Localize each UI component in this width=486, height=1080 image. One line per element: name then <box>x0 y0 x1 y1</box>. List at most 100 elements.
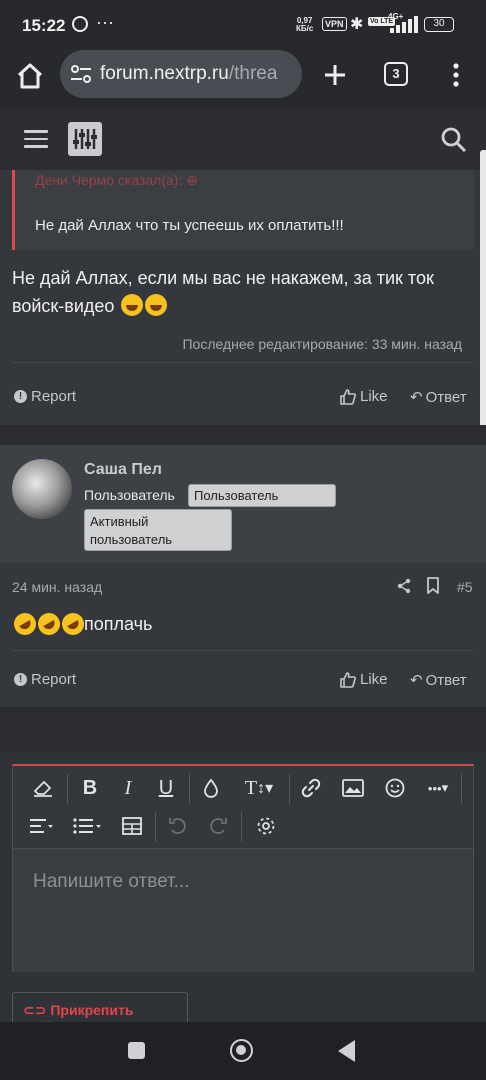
eraser-icon <box>34 781 52 797</box>
home-button[interactable] <box>14 60 46 92</box>
address-bar[interactable]: forum.nextrp.ru/threa <box>60 50 302 98</box>
table-icon <box>122 817 142 835</box>
droplet-icon <box>204 778 218 798</box>
like-button[interactable]: Like <box>340 671 388 688</box>
chevron-down-icon: ▾ <box>441 780 449 795</box>
search-button[interactable] <box>440 126 468 154</box>
hamburger-menu-icon[interactable] <box>24 130 48 150</box>
system-nav-bar <box>0 1022 486 1080</box>
status-time: 15:22 <box>22 16 66 35</box>
search-icon <box>441 127 467 153</box>
report-link[interactable]: ! Report <box>14 671 76 688</box>
report-link[interactable]: ! Report <box>14 388 76 405</box>
new-tab-button[interactable] <box>320 60 350 90</box>
reply-button[interactable]: ↶ Ответ <box>410 671 467 690</box>
image-button[interactable] <box>335 768 371 808</box>
like-button[interactable]: Like <box>340 388 388 405</box>
rofl-emoji-icon <box>9 608 41 640</box>
forum-logo-icon[interactable] <box>68 122 102 156</box>
recents-button[interactable] <box>128 1042 145 1059</box>
bold-button[interactable]: B <box>71 768 109 808</box>
toolbar-divider <box>461 774 462 804</box>
plus-icon <box>325 65 345 85</box>
undo-icon <box>169 818 186 834</box>
user-badge: Активный пользователь <box>84 509 232 551</box>
reply-editor: B I U T ↕▾ ••• ▾ Напишите ответ... <box>12 764 474 972</box>
editor-toolbar: B I U T ↕▾ ••• ▾ <box>13 768 473 808</box>
thumbs-up-icon <box>340 671 356 688</box>
gear-icon <box>257 817 275 835</box>
kebab-menu-icon <box>453 63 459 87</box>
user-badge: Пользователь <box>188 484 336 507</box>
home-nav-button[interactable] <box>230 1039 253 1062</box>
whatsapp-icon <box>72 16 88 32</box>
more-options-button[interactable]: ••• ▾ <box>417 768 459 808</box>
redo-icon <box>210 818 227 834</box>
toolbar-divider <box>67 774 68 804</box>
browser-menu-button[interactable] <box>446 60 466 90</box>
editor-settings-button[interactable] <box>245 806 287 846</box>
thumbs-up-icon <box>340 388 356 405</box>
post-separator <box>0 707 486 752</box>
align-left-icon <box>30 819 53 833</box>
link-button[interactable] <box>293 768 329 808</box>
bookmark-icon[interactable] <box>426 577 440 594</box>
forum-header <box>0 108 486 170</box>
reply-button[interactable]: ↶ Ответ <box>410 388 467 407</box>
reply-placeholder: Напишите ответ... <box>33 871 190 892</box>
network-speed: 0,97 КБ/с <box>296 16 314 33</box>
laughing-emoji-icon <box>121 294 144 316</box>
align-button[interactable] <box>19 806 63 846</box>
post-time[interactable]: 24 мин. назад <box>12 579 102 595</box>
reply-arrow-icon: ↶ <box>410 389 423 406</box>
battery-icon: 30 <box>424 17 454 32</box>
sliders-icon <box>73 129 97 149</box>
emoji-button[interactable] <box>377 768 413 808</box>
list-button[interactable] <box>63 806 113 846</box>
toolbar-divider <box>155 812 156 842</box>
link-icon <box>301 778 321 798</box>
reply-input[interactable]: Напишите ответ... <box>13 848 473 972</box>
post-2: Саша Пел Пользователь Пользователь Актив… <box>0 445 486 707</box>
reply-editor-area: B I U T ↕▾ ••• ▾ Напишите ответ... ⊂⊃ Пр… <box>0 752 486 1035</box>
post-separator <box>0 425 486 445</box>
table-button[interactable] <box>113 806 151 846</box>
site-settings-icon[interactable] <box>70 64 92 84</box>
user-title: Пользователь <box>84 487 175 503</box>
more-notifications-icon: ··· <box>96 12 114 32</box>
bluetooth-icon: ✱ <box>350 16 364 33</box>
toolbar-divider <box>189 774 190 804</box>
user-info: Саша Пел Пользователь Пользователь Актив… <box>0 445 486 563</box>
text-size-button[interactable]: T ↕▾ <box>231 768 287 808</box>
home-icon <box>17 63 43 89</box>
italic-button[interactable]: I <box>109 768 147 808</box>
avatar[interactable] <box>12 459 72 519</box>
smiley-icon <box>385 778 405 798</box>
report-icon: ! <box>14 673 27 686</box>
undo-button[interactable] <box>159 806 197 846</box>
text-size-icon: ↕▾ <box>257 780 274 797</box>
tab-switcher-button[interactable]: 3 <box>384 62 408 86</box>
report-icon: ! <box>14 390 27 403</box>
eraser-button[interactable] <box>23 768 63 808</box>
quote-text: Не дай Аллах что ты успеешь их оплатить!… <box>35 217 344 234</box>
signal-icon <box>386 15 420 33</box>
post-number[interactable]: #5 <box>457 579 473 595</box>
username[interactable]: Саша Пел <box>84 461 162 479</box>
quote-block: Дени Чермо сказал(а): ⊕ Не дай Аллах что… <box>12 170 474 250</box>
post-1: Дени Чермо сказал(а): ⊕ Не дай Аллах что… <box>0 170 486 425</box>
browser-toolbar: forum.nextrp.ru/threa 3 <box>0 48 486 108</box>
color-button[interactable] <box>193 768 229 808</box>
back-button[interactable] <box>338 1040 355 1062</box>
rofl-emoji-icon <box>33 608 65 640</box>
share-icon[interactable] <box>396 578 412 594</box>
redo-button[interactable] <box>199 806 237 846</box>
image-icon <box>342 779 364 797</box>
jump-to-quote-icon[interactable]: ⊕ <box>186 172 198 188</box>
quote-author[interactable]: Дени Чермо сказал(а): ⊕ <box>35 172 198 189</box>
vpn-icon: VPN <box>322 17 347 31</box>
post-message: Не дай Аллах, если мы вас не накажем, за… <box>12 268 434 316</box>
scrollbar-handle[interactable] <box>480 150 486 430</box>
underline-button[interactable]: U <box>147 768 185 808</box>
editor-toolbar <box>13 806 473 846</box>
